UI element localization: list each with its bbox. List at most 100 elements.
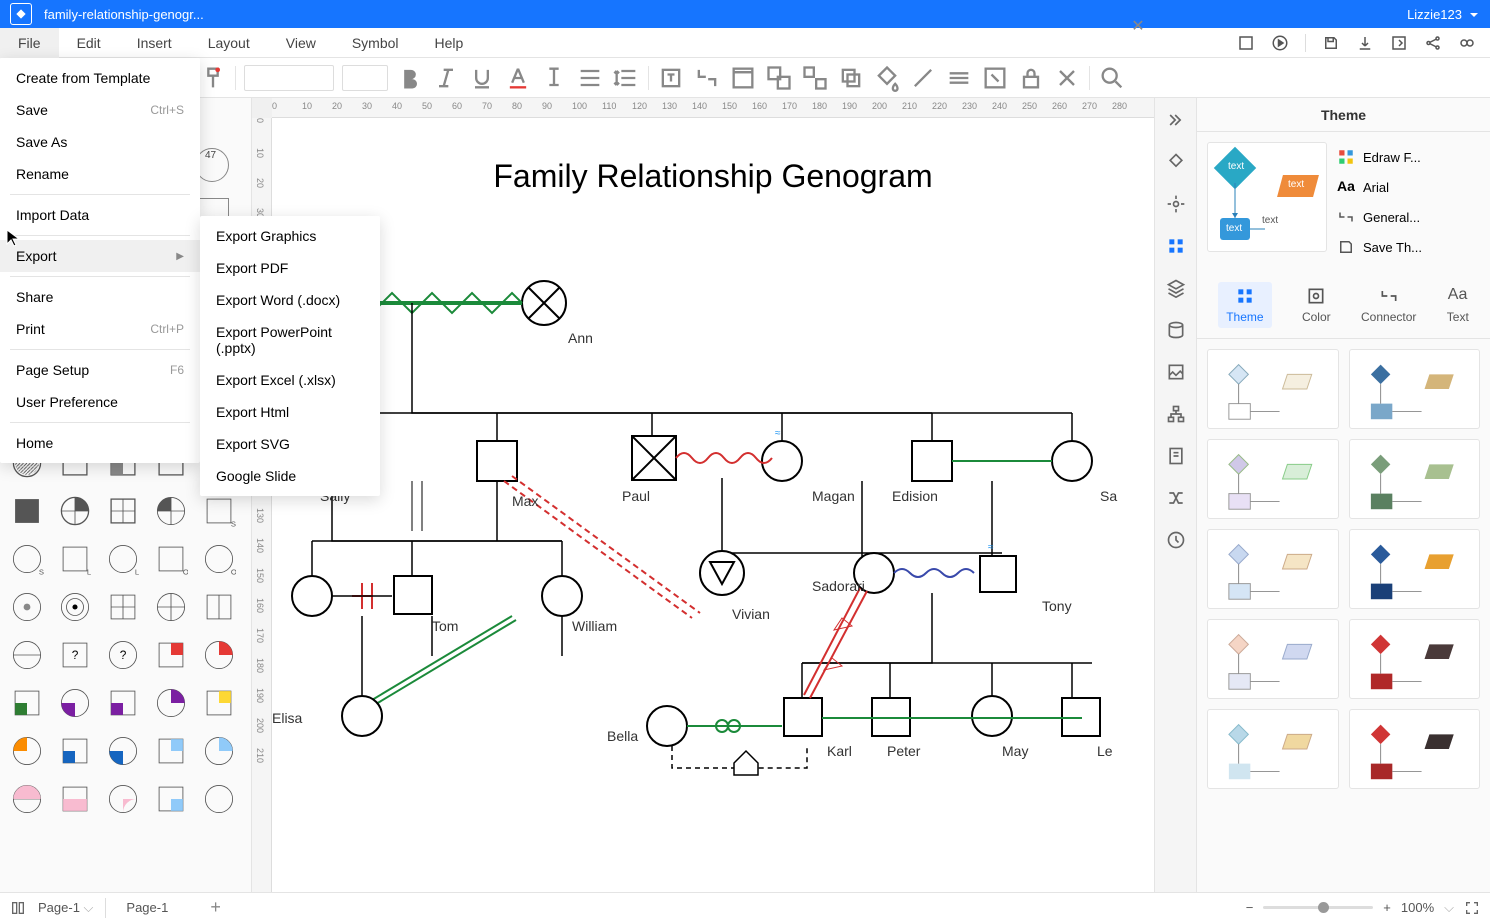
canvas[interactable]: Family Relationship Genogram <box>272 118 1154 892</box>
menubar: File Edit Insert Layout View Symbol Help <box>0 28 1490 58</box>
svg-text:L: L <box>135 567 139 576</box>
line-style-icon[interactable] <box>945 64 973 92</box>
format-painter-icon[interactable] <box>199 64 227 92</box>
page-setup-icon[interactable] <box>1166 446 1186 466</box>
theme-setting-font[interactable]: AaArial <box>1337 172 1480 202</box>
user-menu[interactable]: Lizzie123 <box>1397 5 1480 24</box>
theme-tab-connector[interactable]: Connector <box>1361 286 1416 324</box>
export-menu-item[interactable]: Export Html <box>200 396 380 428</box>
file-menu-item[interactable]: Rename <box>0 158 200 190</box>
menu-insert[interactable]: Insert <box>119 28 190 58</box>
text-highlight-icon[interactable] <box>540 64 568 92</box>
menu-help[interactable]: Help <box>417 28 482 58</box>
shuffle-icon[interactable] <box>1166 488 1186 508</box>
font-family-select[interactable] <box>244 65 334 91</box>
download-icon[interactable] <box>1356 34 1374 52</box>
connector-tool-icon[interactable] <box>693 64 721 92</box>
ungroup-icon[interactable] <box>801 64 829 92</box>
zoom-slider[interactable] <box>1263 906 1373 909</box>
view-icon[interactable] <box>1458 34 1476 52</box>
svg-text:L: L <box>87 567 91 576</box>
theme-tabs: Theme Color Connector AaText <box>1197 272 1490 339</box>
page-tab[interactable]: Page-1 <box>105 898 188 918</box>
export-menu-item[interactable]: Export PowerPoint (.pptx) <box>200 316 380 364</box>
canvas-area: ✕ 01020304050607080901001101201301401501… <box>252 98 1154 892</box>
save-icon[interactable] <box>1322 34 1340 52</box>
svg-text:S: S <box>39 567 44 576</box>
zoom-out-button[interactable]: − <box>1246 900 1254 915</box>
file-menu-item[interactable]: Save As <box>0 126 200 158</box>
line-spacing-icon[interactable] <box>612 64 640 92</box>
add-page-button[interactable]: + <box>200 897 231 918</box>
italic-icon[interactable] <box>432 64 460 92</box>
theme-tab-color[interactable]: Color <box>1302 286 1331 324</box>
shape-badge: 47 <box>205 150 216 161</box>
cursor-icon <box>5 228 21 248</box>
file-menu-item[interactable]: PrintCtrl+P <box>0 313 200 345</box>
search-icon[interactable] <box>1098 64 1126 92</box>
zoom-in-button[interactable]: + <box>1383 900 1391 915</box>
theme-icon[interactable] <box>1166 236 1186 256</box>
menu-symbol[interactable]: Symbol <box>334 28 417 58</box>
styles-icon[interactable] <box>1166 194 1186 214</box>
file-menu-item[interactable]: User Preference <box>0 386 200 418</box>
group-icon[interactable] <box>765 64 793 92</box>
page-layout-icon[interactable] <box>10 900 26 916</box>
menu-file[interactable]: File <box>0 28 59 58</box>
underline-icon[interactable] <box>468 64 496 92</box>
image-icon[interactable] <box>1166 362 1186 382</box>
history-icon[interactable] <box>1166 530 1186 550</box>
export-menu-item[interactable]: Export Excel (.xlsx) <box>200 364 380 396</box>
file-menu-item[interactable]: Export▶ <box>0 240 200 272</box>
menu-layout[interactable]: Layout <box>190 28 268 58</box>
export-menu-item[interactable]: Export PDF <box>200 252 380 284</box>
page-selector[interactable]: Page-1 ⌵ <box>38 900 93 916</box>
label-peter: Peter <box>887 743 920 759</box>
label-max: Max <box>512 493 538 509</box>
label-vivian: Vivian <box>732 606 770 622</box>
file-menu-item[interactable]: Home <box>0 427 200 459</box>
theme-panel: Theme text text text text Edraw F... AaA… <box>1197 98 1490 892</box>
lock-icon[interactable] <box>1017 64 1045 92</box>
file-menu-item[interactable]: Create from Template <box>0 62 200 94</box>
label-tony: Tony <box>1042 598 1072 614</box>
expand-right-icon[interactable] <box>1166 110 1186 130</box>
file-menu-item[interactable]: Page SetupF6 <box>0 354 200 386</box>
container-icon[interactable] <box>729 64 757 92</box>
font-size-select[interactable] <box>342 65 388 91</box>
arrange-icon[interactable] <box>837 64 865 92</box>
fullscreen-icon[interactable] <box>1237 34 1255 52</box>
file-menu-item[interactable]: SaveCtrl+S <box>0 94 200 126</box>
share-icon[interactable] <box>1424 34 1442 52</box>
line-tool-icon[interactable] <box>909 64 937 92</box>
file-menu-item[interactable]: Import Data <box>0 199 200 231</box>
edit-points-icon[interactable] <box>981 64 1009 92</box>
theme-tab-theme[interactable]: Theme <box>1218 282 1271 328</box>
menu-view[interactable]: View <box>268 28 334 58</box>
play-icon[interactable] <box>1271 34 1289 52</box>
bold-icon[interactable] <box>396 64 424 92</box>
database-icon[interactable] <box>1166 320 1186 340</box>
export-menu-item[interactable]: Export Graphics <box>200 220 380 252</box>
close-panel-icon[interactable]: ✕ <box>1128 16 1148 36</box>
theme-tab-text[interactable]: AaText <box>1447 286 1469 324</box>
font-color-icon[interactable] <box>504 64 532 92</box>
fill-tool-icon[interactable] <box>1166 152 1186 172</box>
fill-icon[interactable] <box>873 64 901 92</box>
hierarchy-icon[interactable] <box>1166 404 1186 424</box>
export-menu-item[interactable]: Google Slide <box>200 460 380 492</box>
theme-setting-save[interactable]: Save Th... <box>1337 232 1480 262</box>
export-menu-item[interactable]: Export Word (.docx) <box>200 284 380 316</box>
menu-edit[interactable]: Edit <box>59 28 119 58</box>
export-icon[interactable] <box>1390 34 1408 52</box>
tools-icon[interactable] <box>1053 64 1081 92</box>
theme-setting-colorscheme[interactable]: Edraw F... <box>1337 142 1480 172</box>
file-menu-item[interactable]: Share <box>0 281 200 313</box>
theme-setting-connector[interactable]: General... <box>1337 202 1480 232</box>
fit-screen-icon[interactable] <box>1464 900 1480 916</box>
theme-list[interactable] <box>1197 339 1490 799</box>
export-menu-item[interactable]: Export SVG <box>200 428 380 460</box>
text-tool-icon[interactable] <box>657 64 685 92</box>
align-icon[interactable] <box>576 64 604 92</box>
layers-icon[interactable] <box>1166 278 1186 298</box>
